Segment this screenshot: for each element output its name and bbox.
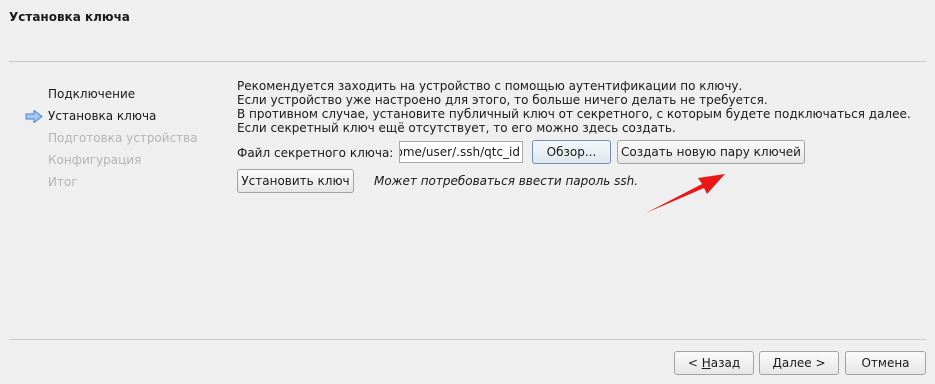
wizard-header: Установка ключа (0, 0, 935, 61)
browse-button[interactable]: Обзор... (532, 140, 611, 164)
description-line: Если устройство уже настроено для этого,… (237, 93, 768, 107)
password-note: Может потребоваться ввести пароль ssh. (374, 174, 639, 188)
description-line: Рекомендуется заходить на устройство с п… (237, 79, 743, 93)
step-summary: Итог (48, 175, 78, 189)
key-file-value: /home/user/.ssh/qtc_id (400, 145, 520, 159)
current-step-arrow-icon (25, 110, 43, 123)
description-text: Рекомендуется заходить на устройство с п… (237, 79, 911, 135)
header-divider (9, 61, 926, 62)
description-line: В противном случае, установите публичный… (237, 107, 911, 121)
create-key-pair-button[interactable]: Создать новую пару ключей (617, 140, 805, 164)
install-key-button[interactable]: Установить ключ (237, 169, 354, 193)
annotation-arrow-icon (646, 174, 725, 213)
step-configuration: Конфигурация (48, 153, 142, 167)
back-button[interactable]: < Назад (674, 351, 754, 375)
key-file-label: Файл секретного ключа: (237, 146, 394, 160)
page-title: Установка ключа (9, 10, 130, 24)
key-file-input[interactable]: /home/user/.ssh/qtc_id (399, 141, 523, 163)
step-device-prep: Подготовка устройства (48, 131, 198, 145)
footer-divider (9, 339, 926, 340)
step-key-setup: Установка ключа (48, 109, 157, 123)
step-connection: Подключение (48, 87, 136, 101)
description-line: Если секретный ключ ещё отсутствует, то … (237, 121, 676, 135)
cancel-button[interactable]: Отмена (845, 351, 926, 375)
next-button[interactable]: Далее > (759, 351, 839, 375)
